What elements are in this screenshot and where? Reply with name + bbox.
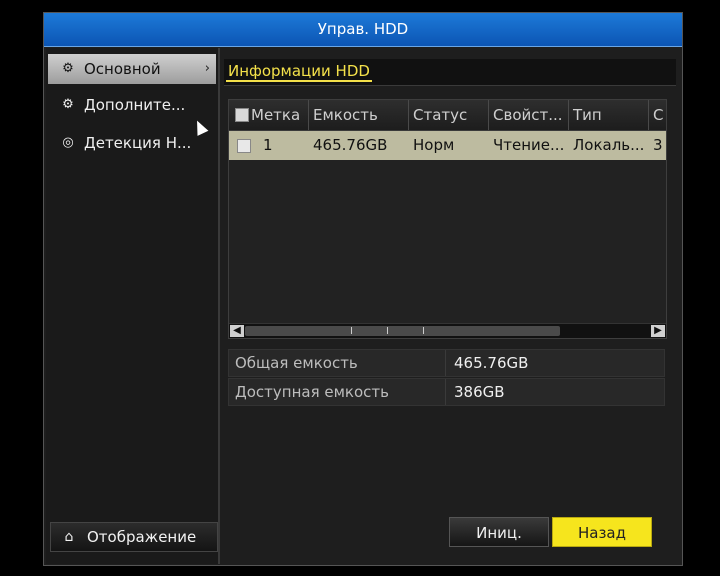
display-button[interactable]: ⌂ Отображение: [50, 522, 218, 552]
free-capacity-row: Доступная емкость 386GB: [228, 378, 665, 406]
free-capacity-label: Доступная емкость: [235, 383, 389, 401]
select-all-checkbox[interactable]: [235, 108, 249, 122]
column-header[interactable]: Статус: [409, 100, 489, 130]
total-capacity-row: Общая емкость 465.76GB: [228, 349, 665, 377]
row-checkbox[interactable]: [237, 139, 251, 153]
sidebar-item-basic[interactable]: ⚙ Основной ›: [48, 54, 216, 84]
cell-type: Локаль...: [573, 136, 645, 154]
sidebar-item-label: Основной: [84, 60, 161, 78]
back-button[interactable]: Назад: [552, 517, 652, 547]
cell-capacity: 465.76GB: [313, 136, 388, 154]
column-header[interactable]: Емкость: [309, 100, 409, 130]
sidebar-item-label: Дополните...: [84, 96, 186, 114]
column-header[interactable]: Свойст...: [489, 100, 569, 130]
gear-icon: ⚙: [62, 61, 74, 76]
sidebar-item-advanced[interactable]: ⚙ Дополните...: [48, 90, 216, 120]
hdd-table: Метка Емкость Статус Свойст... Тип С 1 4…: [228, 99, 667, 339]
shield-icon: ◎: [62, 135, 74, 150]
cell-label: 1: [263, 136, 273, 154]
sidebar: ⚙ Основной › ⚙ Дополните... ◎ Детекция Н…: [46, 48, 220, 564]
table-header: Метка Емкость Статус Свойст... Тип С: [229, 100, 666, 131]
cell-status: Норм: [413, 136, 455, 154]
init-button[interactable]: Иниц.: [449, 517, 549, 547]
column-header[interactable]: Метка: [249, 100, 309, 130]
cell-property: Чтение...: [493, 136, 565, 154]
scroll-tick: [387, 327, 388, 334]
scroll-thumb[interactable]: [245, 326, 560, 336]
gears-icon: ⚙: [62, 97, 74, 112]
window-title: Управ. HDD: [44, 13, 682, 47]
free-capacity-value: 386GB: [445, 379, 664, 405]
column-header[interactable]: Тип: [569, 100, 649, 130]
home-icon: ⌂: [64, 529, 74, 545]
scroll-tick: [423, 327, 424, 334]
table-row[interactable]: 1 465.76GB Норм Чтение... Локаль... 3: [229, 131, 666, 160]
scroll-left-icon[interactable]: ◀: [230, 325, 244, 337]
hdd-management-window: Управ. HDD ⚙ Основной › ⚙ Дополните... ◎…: [43, 12, 683, 566]
column-header[interactable]: С: [649, 100, 666, 130]
tab-hdd-info[interactable]: Информации HDD: [226, 61, 372, 82]
total-capacity-label: Общая емкость: [235, 354, 358, 372]
scroll-right-icon[interactable]: ▶: [651, 325, 665, 337]
total-capacity-value: 465.76GB: [445, 350, 664, 376]
chevron-right-icon: ›: [204, 61, 210, 76]
sidebar-item-label: Детекция Н...: [84, 134, 192, 152]
sidebar-item-detection[interactable]: ◎ Детекция Н...: [48, 128, 216, 158]
tab-bar: Информации HDD: [224, 59, 676, 86]
cell-extra: 3: [653, 136, 663, 154]
horizontal-scrollbar[interactable]: ◀ ▶: [229, 323, 666, 338]
display-button-label: Отображение: [87, 528, 197, 546]
scroll-tick: [351, 327, 352, 334]
